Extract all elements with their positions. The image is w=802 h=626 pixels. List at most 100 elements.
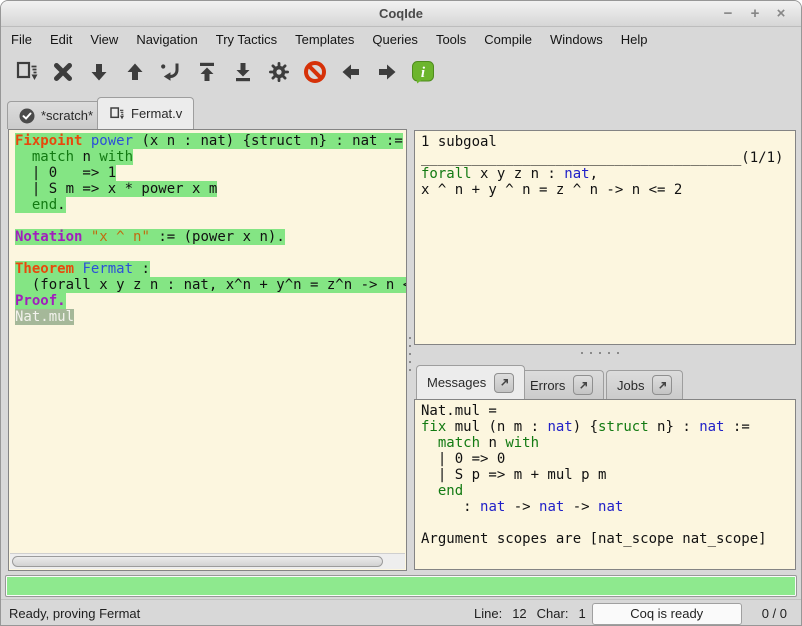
code-line: end: [421, 483, 795, 499]
scrollbar-thumb[interactable]: [12, 556, 383, 567]
code-line: match n with: [15, 149, 406, 165]
info-bubble-icon: i: [411, 60, 435, 84]
previous-button[interactable]: [333, 56, 369, 88]
goals-text: 1 subgoal_______________________________…: [415, 131, 795, 198]
code-line: [15, 213, 406, 229]
window-title: CoqIde: [1, 6, 801, 21]
maximize-button[interactable]: +: [744, 4, 766, 24]
detach-arrow-icon: [657, 380, 668, 391]
goto-cursor-icon: [159, 60, 183, 84]
about-button[interactable]: i: [405, 56, 441, 88]
save-icon: [15, 60, 39, 84]
line-label: Line:: [474, 606, 502, 621]
menu-item-view[interactable]: View: [81, 30, 127, 49]
toolbar: i: [1, 53, 801, 91]
tab-jobs[interactable]: Jobs: [606, 370, 683, 399]
code-line: Argument scopes are [nat_scope nat_scope…: [421, 531, 795, 547]
tab-label: Fermat.v: [131, 106, 182, 121]
detach-arrow-icon: [499, 377, 510, 388]
tab-errors[interactable]: Errors: [519, 370, 604, 399]
code-line: Fixpoint power (x n : nat) {struct n} : …: [15, 133, 406, 149]
code-line: Proof.: [15, 293, 406, 309]
progress-fill: [7, 577, 795, 595]
code-line: end.: [15, 197, 406, 213]
char-label: Char:: [537, 606, 569, 621]
arrow-up-icon: [123, 60, 147, 84]
save-button[interactable]: [9, 56, 45, 88]
code-line: | 0 => 1: [15, 165, 406, 181]
go-to-end-button[interactable]: [225, 56, 261, 88]
code-line: (forall x y z n : nat, x^n + y^n = z^n -…: [15, 277, 406, 293]
restart-button[interactable]: [189, 56, 225, 88]
script-editor[interactable]: Fixpoint power (x n : nat) {struct n} : …: [8, 129, 407, 571]
backward-one-command-button[interactable]: [117, 56, 153, 88]
arrow-up-to-bar-icon: [195, 60, 219, 84]
save-icon: [109, 106, 125, 122]
document-tab-bar: *scratch* Fermat.v: [1, 93, 801, 129]
horizontal-splitter[interactable]: [581, 351, 625, 355]
code-line: [421, 515, 795, 531]
code-line: Theorem Fermat :: [15, 261, 406, 277]
menu-item-queries[interactable]: Queries: [363, 30, 427, 49]
close-button[interactable]: [45, 56, 81, 88]
char-value: 1: [578, 606, 585, 621]
coq-status-badge: Coq is ready: [592, 603, 742, 625]
detach-button[interactable]: [652, 375, 672, 395]
code-line: | 0 => 0: [421, 451, 795, 467]
line-value: 12: [512, 606, 526, 621]
minimize-button[interactable]: −: [717, 4, 739, 24]
code-line: Notation "x ^ n" := (power x n).: [15, 229, 406, 245]
tab-label: *scratch*: [41, 108, 93, 123]
messages-text: Nat.mul =fix mul (n m : nat) {struct n} …: [415, 400, 795, 547]
code-line: x ^ n + y ^ n = z ^ n -> n <= 2: [421, 182, 795, 198]
next-button[interactable]: [369, 56, 405, 88]
horizontal-scrollbar[interactable]: [10, 553, 405, 569]
code-line: | S p => m + mul p m: [421, 467, 795, 483]
message-tab-bar: Messages Errors Jobs: [414, 363, 796, 399]
tab-messages[interactable]: Messages: [416, 365, 525, 399]
close-button[interactable]: ×: [770, 4, 792, 24]
tab-fermat-v[interactable]: Fermat.v: [97, 97, 194, 129]
tab-label: Errors: [530, 378, 565, 393]
forward-one-command-button[interactable]: [81, 56, 117, 88]
menu-item-help[interactable]: Help: [612, 30, 657, 49]
goals-panel[interactable]: 1 subgoal_______________________________…: [414, 130, 796, 345]
menu-item-tools[interactable]: Tools: [427, 30, 475, 49]
tab-label: Messages: [427, 375, 486, 390]
menu-bar: FileEditViewNavigationTry TacticsTemplat…: [1, 28, 801, 51]
arrow-down-to-bar-icon: [231, 60, 255, 84]
tab-label: Jobs: [617, 378, 644, 393]
code-line: | S m => x * power x m: [15, 181, 406, 197]
go-to-cursor-button[interactable]: [153, 56, 189, 88]
menu-item-try-tactics[interactable]: Try Tactics: [207, 30, 286, 49]
code-line: ______________________________________(1…: [421, 150, 795, 166]
detach-button[interactable]: [494, 373, 514, 393]
code-line: : nat -> nat -> nat: [421, 499, 795, 515]
prohibition-icon: [303, 60, 327, 84]
menu-item-edit[interactable]: Edit: [41, 30, 81, 49]
code-line: match n with: [421, 435, 795, 451]
titlebar[interactable]: CoqIde − + ×: [1, 1, 801, 27]
code-line: [15, 245, 406, 261]
code-line: forall x y z n : nat,: [421, 166, 795, 182]
menu-item-templates[interactable]: Templates: [286, 30, 363, 49]
code-line: Nat.mul =: [421, 403, 795, 419]
fully-check-button[interactable]: [261, 56, 297, 88]
vertical-splitter[interactable]: [408, 337, 412, 375]
menu-item-navigation[interactable]: Navigation: [127, 30, 206, 49]
menu-item-windows[interactable]: Windows: [541, 30, 612, 49]
progress-bar: [5, 575, 797, 597]
messages-panel[interactable]: Nat.mul =fix mul (n m : nat) {struct n} …: [414, 399, 796, 570]
check-circle-icon: [19, 108, 35, 124]
tab-scratch[interactable]: *scratch*: [7, 101, 105, 129]
detach-button[interactable]: [573, 375, 593, 395]
gear-icon: [267, 60, 291, 84]
detach-arrow-icon: [578, 380, 589, 391]
status-message: Ready, proving Fermat: [9, 606, 140, 621]
worker-counter: 0 / 0: [762, 606, 787, 621]
script-code: Fixpoint power (x n : nat) {struct n} : …: [9, 130, 406, 325]
interrupt-button[interactable]: [297, 56, 333, 88]
arrow-left-icon: [339, 60, 363, 84]
menu-item-file[interactable]: File: [2, 30, 41, 49]
menu-item-compile[interactable]: Compile: [475, 30, 541, 49]
